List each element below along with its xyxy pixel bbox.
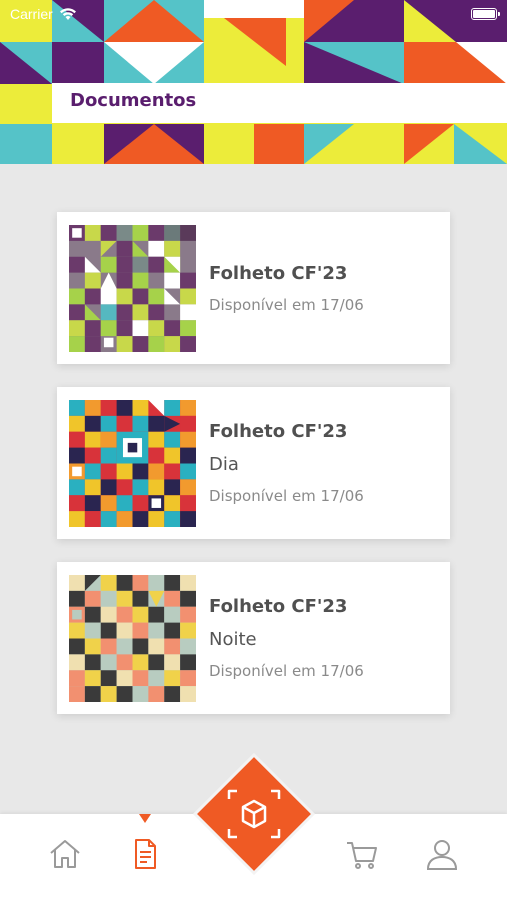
cart-icon — [347, 842, 377, 869]
battery-icon — [471, 8, 500, 20]
nav-cart[interactable] — [342, 834, 382, 874]
document-thumbnail — [69, 224, 196, 352]
scan-button[interactable] — [193, 753, 315, 875]
document-availability: Disponível em 17/06 — [209, 487, 364, 505]
nav-profile[interactable] — [422, 834, 462, 874]
document-card[interactable]: Folheto CF'23 Noite Disponível em 17/06 — [57, 562, 450, 714]
nav-documents[interactable] — [125, 834, 165, 874]
document-thumbnail — [69, 574, 196, 702]
document-subtitle: Noite — [209, 629, 257, 650]
user-icon — [426, 840, 458, 870]
document-availability: Disponível em 17/06 — [209, 295, 364, 314]
carrier-label: Carrier — [10, 6, 53, 22]
document-card[interactable]: Folheto CF'23 Dia Disponível em 17/06 — [57, 387, 450, 539]
document-icon — [135, 839, 156, 869]
document-subtitle: Dia — [209, 454, 239, 475]
status-bar: Carrier — [0, 0, 507, 28]
document-title: Folheto CF'23 — [209, 596, 348, 617]
document-thumbnail — [69, 399, 196, 527]
nav-home[interactable] — [45, 834, 85, 874]
active-tab-indicator — [139, 814, 151, 823]
document-title: Folheto CF'23 — [209, 421, 348, 442]
header-banner: Documentos Carrier — [0, 0, 507, 164]
document-title: Folheto CF'23 — [209, 262, 348, 284]
page-title: Documentos — [70, 90, 197, 111]
home-icon — [50, 840, 80, 868]
wifi-icon — [59, 8, 76, 20]
document-card[interactable]: Folheto CF'23 Disponível em 17/06 — [57, 212, 450, 364]
document-availability: Disponível em 17/06 — [209, 662, 364, 680]
